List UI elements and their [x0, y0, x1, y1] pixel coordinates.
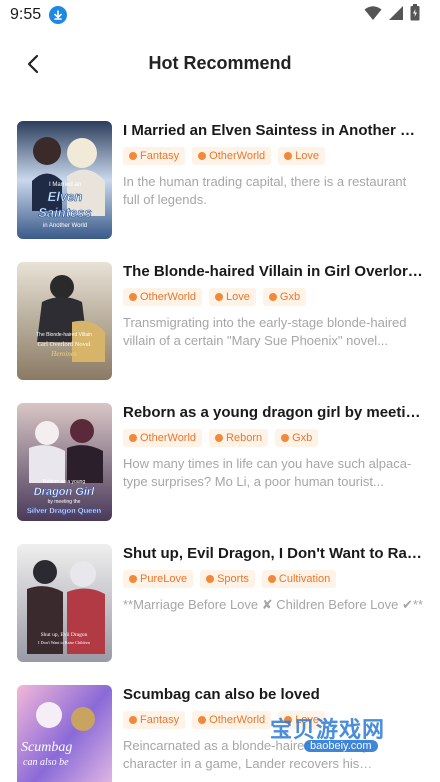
tag-icon — [284, 152, 293, 160]
tag[interactable]: OtherWorld — [192, 147, 272, 165]
tag[interactable]: Love — [209, 288, 256, 306]
page-title: Hot Recommend — [148, 52, 292, 73]
tag-list: PureLove Sports Cultivation — [123, 570, 423, 588]
tag-label: Love — [295, 150, 320, 162]
book-item[interactable]: Reborn as a young Dragon Girl by meeting… — [0, 397, 440, 538]
cover-text: Shut up, Evil Dragon — [41, 632, 88, 638]
wifi-icon — [364, 5, 382, 26]
tag[interactable]: Cultivation — [261, 570, 337, 588]
chevron-left-icon — [27, 54, 39, 74]
watermark-url: baobeiy.com — [304, 740, 378, 752]
cover-text: Elven — [48, 189, 83, 204]
book-description: **Marriage Before Love ✘ Children Before… — [123, 597, 423, 612]
signal-icon — [388, 5, 404, 26]
tag-list: Fantasy OtherWorld Love — [123, 147, 423, 165]
cover-text: Girl Overlord Novel — [37, 341, 90, 348]
tag-icon — [198, 716, 207, 724]
download-icon — [49, 6, 68, 24]
cover-text: I Married an — [49, 182, 81, 188]
book-description: How many times in life can you have such… — [123, 456, 412, 489]
cover-text: Heroines — [50, 350, 77, 358]
back-button[interactable] — [18, 49, 48, 79]
tag-label: Sports — [217, 573, 249, 585]
tag-icon — [215, 293, 224, 301]
tag-label: PureLove — [140, 573, 188, 585]
tag-label: OtherWorld — [209, 150, 266, 162]
tag-icon — [268, 293, 277, 301]
book-item[interactable]: Shut up, Evil Dragon I Don't Want to Rai… — [0, 538, 440, 679]
tag[interactable]: Fantasy — [123, 147, 186, 165]
tag[interactable]: PureLove — [123, 570, 194, 588]
book-list: I Married an Elven Saintess in Another W… — [0, 115, 440, 782]
cover-text: by meeting the — [48, 499, 81, 505]
book-title[interactable]: Reborn as a young dragon girl by meeting… — [123, 403, 423, 423]
cover-text: can also be — [23, 757, 69, 768]
cover-text: in Another World — [43, 223, 87, 229]
cover-text: The Blonde-haired Villain — [36, 332, 92, 338]
tag[interactable]: OtherWorld — [123, 288, 203, 306]
tag[interactable]: Gxb — [262, 288, 307, 306]
cover-text: Dragon Girl — [34, 486, 95, 498]
tag[interactable]: Love — [278, 147, 326, 165]
battery-icon — [410, 4, 420, 26]
tag-label: Fantasy — [140, 714, 180, 726]
cover-text: Silver Dragon Queen — [27, 506, 102, 515]
book-description: In the human trading capital, there is a… — [123, 174, 407, 207]
app-bar: Hot Recommend — [0, 40, 440, 86]
tag-label: Gxb — [279, 291, 301, 303]
tag-icon — [129, 716, 137, 724]
tag-label: OtherWorld — [209, 714, 266, 726]
tag-icon — [129, 152, 137, 160]
tag[interactable]: Fantasy — [123, 711, 186, 729]
tag-label: Reborn — [226, 432, 263, 444]
book-cover[interactable]: Scumbag can also be — [17, 685, 112, 782]
book-title[interactable]: Scumbag can also be loved — [123, 685, 423, 705]
site-watermark: 宝贝游戏网 baobeiy.com — [270, 712, 410, 762]
tag-label: Love — [226, 291, 250, 303]
book-cover[interactable]: Shut up, Evil Dragon I Don't Want to Rai… — [17, 544, 112, 662]
book-title[interactable]: I Married an Elven Saintess in Another W… — [123, 121, 423, 141]
tag-icon — [129, 293, 137, 301]
tag-label: OtherWorld — [140, 432, 197, 444]
status-time: 9:55 — [10, 6, 42, 23]
tag[interactable]: Gxb — [275, 429, 319, 447]
tag-icon — [129, 575, 137, 583]
cover-text: I Don't Want to Raise Children — [38, 640, 91, 645]
tag[interactable]: OtherWorld — [123, 429, 203, 447]
tag-icon — [198, 152, 207, 160]
tag[interactable]: Sports — [200, 570, 255, 588]
tag-label: OtherWorld — [140, 291, 197, 303]
tag-list: OtherWorld Reborn Gxb — [123, 429, 423, 447]
book-cover[interactable]: Reborn as a young Dragon Girl by meeting… — [17, 403, 112, 521]
book-item[interactable]: The Blonde-haired Villain Girl Overlord … — [0, 256, 440, 397]
tag[interactable]: Reborn — [209, 429, 269, 447]
book-title[interactable]: Shut up, Evil Dragon, I Don't Want to Ra… — [123, 544, 423, 564]
cover-text: Reborn as a young — [43, 479, 85, 485]
tag-icon — [129, 434, 137, 442]
book-item[interactable]: I Married an Elven Saintess in Another W… — [0, 115, 440, 256]
cover-text: Scumbag — [21, 740, 72, 755]
book-cover[interactable]: The Blonde-haired Villain Girl Overlord … — [17, 262, 112, 380]
tag-icon — [215, 434, 224, 442]
tag-label: Cultivation — [278, 573, 331, 585]
tag-icon — [206, 575, 215, 583]
tag[interactable]: OtherWorld — [192, 711, 272, 729]
book-cover[interactable]: I Married an Elven Saintess in Another W… — [17, 121, 112, 239]
tag-icon — [267, 575, 276, 583]
status-bar: 9:55 — [0, 0, 440, 30]
tag-icon — [281, 434, 290, 442]
cover-text: Saintess — [38, 205, 91, 220]
tag-list: OtherWorld Love Gxb — [123, 288, 423, 306]
book-description: Transmigrating into the early-stage blon… — [123, 315, 407, 348]
book-title[interactable]: The Blonde-haired Villain in Girl Overlo… — [123, 262, 423, 282]
tag-label: Gxb — [292, 432, 313, 444]
tag-label: Fantasy — [140, 150, 180, 162]
